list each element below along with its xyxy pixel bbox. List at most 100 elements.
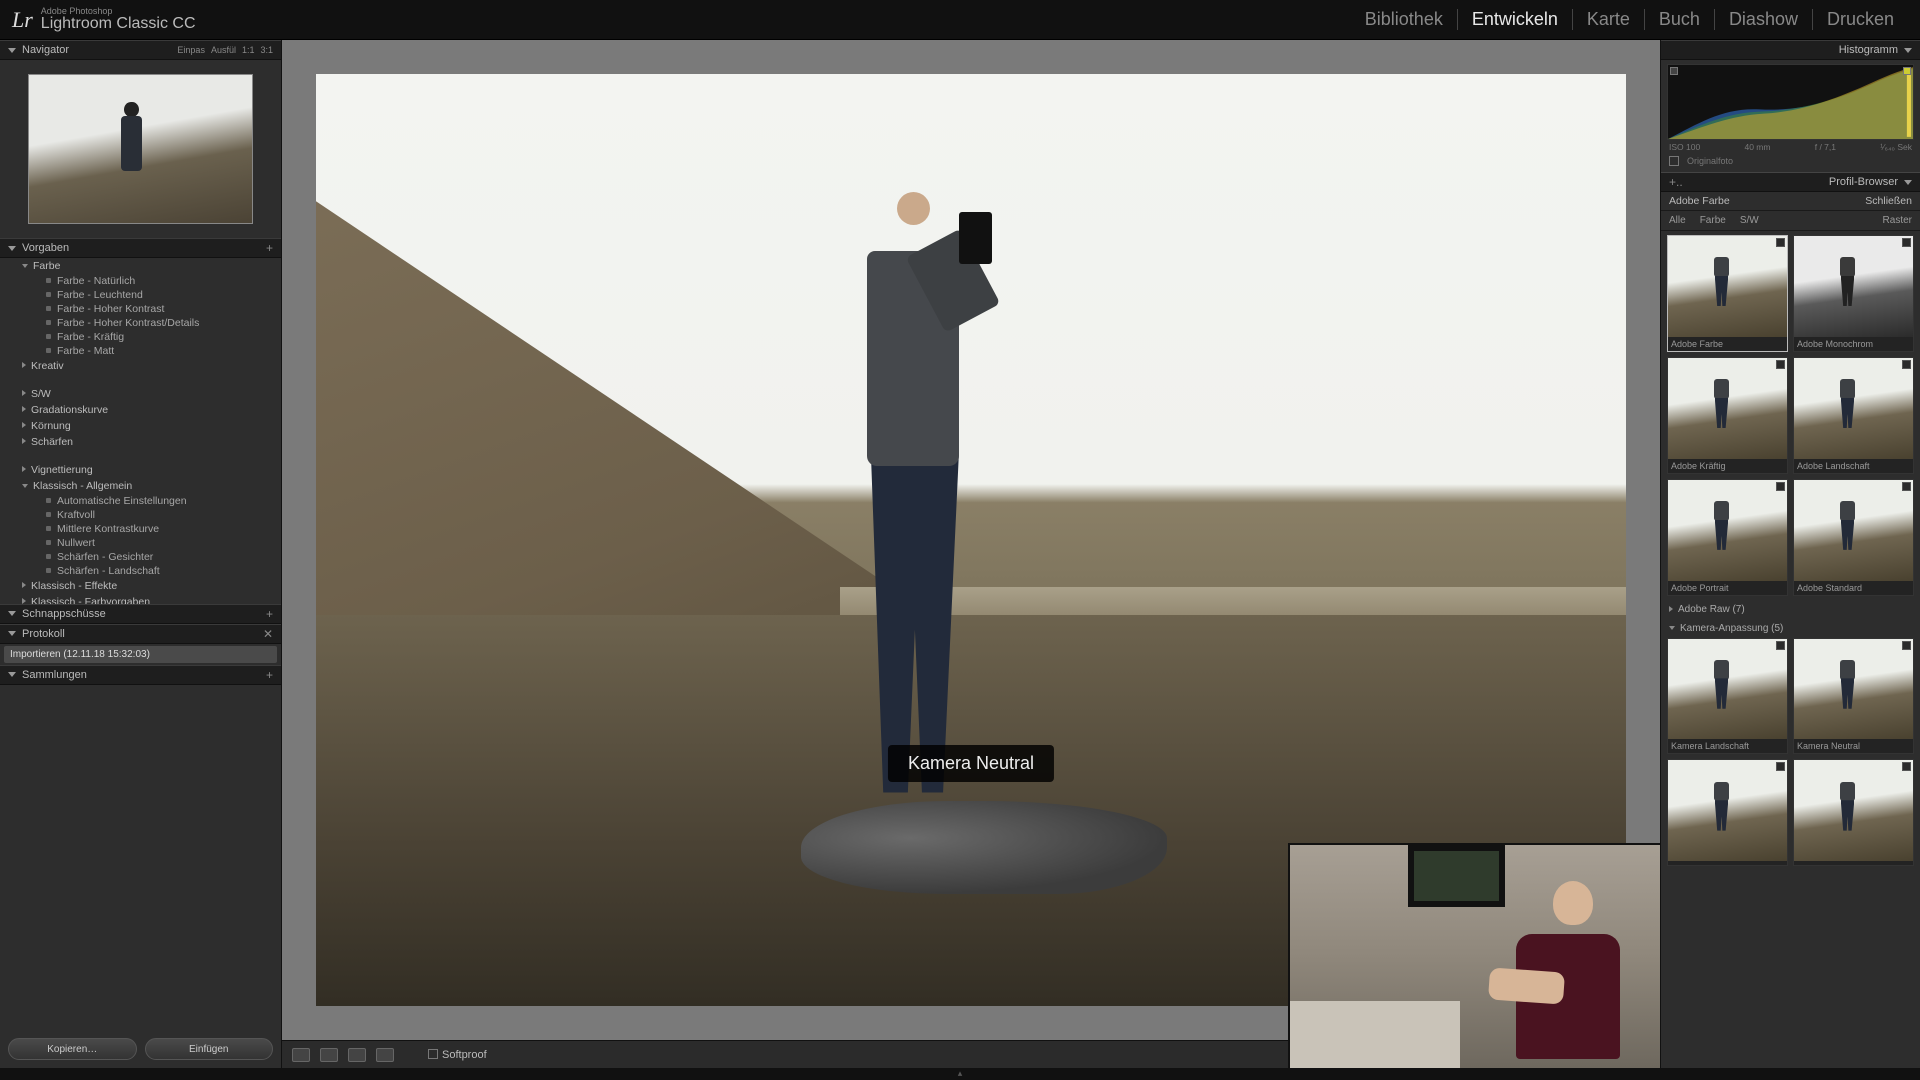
close-profile-browser-button[interactable]: Schließen (1865, 195, 1912, 207)
preset-item[interactable]: Farbe - Hoher Kontrast/Details (0, 316, 281, 330)
profile-tile[interactable]: Kamera Neutral (1793, 638, 1914, 755)
histogram-title: Histogramm (1839, 44, 1898, 56)
profile-group-header[interactable]: Adobe Raw (7) (1667, 600, 1914, 619)
profile-tile[interactable]: Adobe Monochrom (1793, 235, 1914, 352)
navigator-header[interactable]: Navigator EinpasAusfül1:13:1 (0, 40, 281, 60)
add-collection-button[interactable]: + (266, 668, 273, 682)
profile-browser-header[interactable]: +.. Profil-Browser (1661, 172, 1920, 192)
softproof-label: Softproof (442, 1049, 487, 1061)
favorite-icon[interactable] (1776, 482, 1785, 491)
preset-item[interactable]: Mittlere Kontrastkurve (0, 522, 281, 536)
preset-item[interactable]: Automatische Einstellungen (0, 494, 281, 508)
view-mode-before-after-tb-icon[interactable] (348, 1048, 366, 1062)
filmstrip-grip[interactable]: ▴ (0, 1068, 1920, 1080)
preset-item[interactable]: Farbe - Hoher Kontrast (0, 302, 281, 316)
favorite-icon[interactable] (1902, 360, 1911, 369)
add-profile-button[interactable]: +.. (1669, 175, 1683, 189)
profile-filter[interactable]: Farbe (1700, 215, 1726, 226)
presets-header[interactable]: Vorgaben + (0, 238, 281, 258)
profile-tile[interactable]: Adobe Farbe (1667, 235, 1788, 352)
histogram-display[interactable] (1667, 64, 1914, 140)
preset-item[interactable]: Nullwert (0, 536, 281, 550)
favorite-icon[interactable] (1902, 238, 1911, 247)
favorite-icon[interactable] (1902, 762, 1911, 771)
profile-tile[interactable]: Adobe Portrait (1667, 479, 1788, 596)
view-mode-loupe-icon[interactable] (292, 1048, 310, 1062)
histogram-header[interactable]: Histogramm (1661, 40, 1920, 60)
preset-item[interactable]: Farbe - Leuchtend (0, 288, 281, 302)
history-title: Protokoll (22, 628, 65, 640)
checkbox-icon (1669, 156, 1679, 166)
module-tab-buch[interactable]: Buch (1645, 9, 1715, 30)
view-mode-before-after-lr-icon[interactable] (320, 1048, 338, 1062)
brand-title: Lightroom Classic CC (41, 16, 196, 32)
module-tab-drucken[interactable]: Drucken (1813, 9, 1908, 30)
snapshots-header[interactable]: Schnappschüsse + (0, 604, 281, 624)
module-tab-diashow[interactable]: Diashow (1715, 9, 1813, 30)
profile-filter[interactable]: Alle (1669, 215, 1686, 226)
profile-tile[interactable] (1793, 759, 1914, 866)
profile-filter[interactable]: S/W (1740, 215, 1759, 226)
profile-group-header[interactable]: Kamera-Anpassung (5) (1667, 619, 1914, 638)
preset-item[interactable]: Farbe - Matt (0, 344, 281, 358)
profile-tile[interactable]: Adobe Kräftig (1667, 357, 1788, 474)
preset-group[interactable]: Klassisch - Allgemein (0, 478, 281, 494)
shadow-clip-icon[interactable] (1670, 67, 1678, 75)
chevron-down-icon (8, 672, 16, 677)
app-logo: Lr Adobe Photoshop Lightroom Classic CC (12, 7, 196, 33)
profile-tile[interactable]: Adobe Landschaft (1793, 357, 1914, 474)
navigator-thumbnail[interactable] (28, 74, 253, 224)
profile-label: Kamera Landschaft (1668, 739, 1787, 753)
preset-group[interactable]: Körnung (0, 418, 281, 434)
preset-group[interactable]: Klassisch - Effekte (0, 578, 281, 594)
preset-group[interactable]: Klassisch - Farbvorgaben (0, 594, 281, 604)
profile-tile[interactable]: Adobe Standard (1793, 479, 1914, 596)
clear-history-button[interactable]: ✕ (263, 627, 273, 641)
zoom-level[interactable]: Einpas (177, 45, 205, 55)
profile-browser-title: Profil-Browser (1829, 176, 1898, 188)
favorite-icon[interactable] (1776, 360, 1785, 369)
module-tab-entwickeln[interactable]: Entwickeln (1458, 9, 1573, 30)
preset-group[interactable]: Farbe (0, 258, 281, 274)
preset-group[interactable]: S/W (0, 386, 281, 402)
original-photo-toggle[interactable]: Originalfoto (1661, 154, 1920, 172)
profile-label (1794, 861, 1913, 865)
preset-group[interactable]: Schärfen (0, 434, 281, 450)
chevron-down-icon (8, 246, 16, 251)
favorite-icon[interactable] (1902, 641, 1911, 650)
module-tab-bibliothek[interactable]: Bibliothek (1351, 9, 1458, 30)
preset-group[interactable]: Gradationskurve (0, 402, 281, 418)
paste-settings-button[interactable]: Einfügen (145, 1038, 274, 1060)
collections-header[interactable]: Sammlungen + (0, 665, 281, 685)
favorite-icon[interactable] (1776, 238, 1785, 247)
module-tab-karte[interactable]: Karte (1573, 9, 1645, 30)
left-bottom-buttons: Kopieren… Einfügen (0, 1030, 281, 1068)
preset-item[interactable]: Farbe - Kräftig (0, 330, 281, 344)
snapshots-title: Schnappschüsse (22, 608, 106, 620)
copy-settings-button[interactable]: Kopieren… (8, 1038, 137, 1060)
preset-item[interactable]: Kraftvoll (0, 508, 281, 522)
add-preset-button[interactable]: + (266, 241, 273, 255)
chevron-down-icon (1904, 48, 1912, 53)
highlight-clip-icon[interactable] (1903, 67, 1911, 75)
preset-item[interactable]: Schärfen - Landschaft (0, 564, 281, 578)
add-snapshot-button[interactable]: + (266, 607, 273, 621)
favorite-icon[interactable] (1776, 762, 1785, 771)
view-mode-split-icon[interactable] (376, 1048, 394, 1062)
original-photo-label: Originalfoto (1687, 156, 1733, 166)
profile-tile[interactable]: Kamera Landschaft (1667, 638, 1788, 755)
profile-view-mode[interactable]: Raster (1883, 215, 1912, 226)
favorite-icon[interactable] (1776, 641, 1785, 650)
preset-group[interactable]: Vignettierung (0, 462, 281, 478)
favorite-icon[interactable] (1902, 482, 1911, 491)
zoom-level[interactable]: 1:1 (242, 45, 255, 55)
zoom-level[interactable]: 3:1 (260, 45, 273, 55)
history-entry[interactable]: Importieren (12.11.18 15:32:03) (4, 646, 277, 663)
preset-item[interactable]: Farbe - Natürlich (0, 274, 281, 288)
zoom-level[interactable]: Ausfül (211, 45, 236, 55)
preset-group[interactable]: Kreativ (0, 358, 281, 374)
profile-tile[interactable] (1667, 759, 1788, 866)
history-header[interactable]: Protokoll ✕ (0, 624, 281, 644)
softproof-toggle[interactable]: Softproof (428, 1049, 487, 1061)
preset-item[interactable]: Schärfen - Gesichter (0, 550, 281, 564)
